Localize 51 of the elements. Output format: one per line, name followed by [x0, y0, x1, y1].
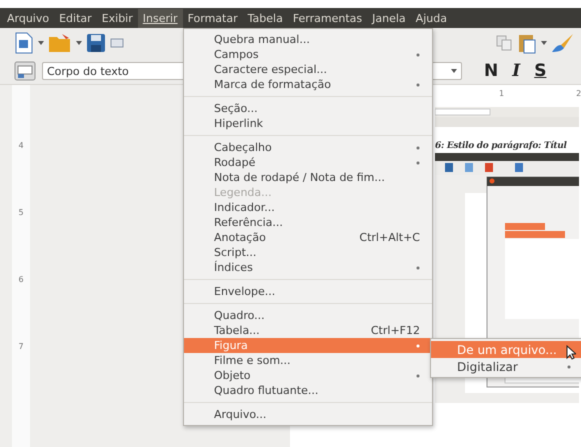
dropdown-arrow-icon[interactable] [451, 69, 457, 73]
menu-item[interactable]: Quadro flutuante... [184, 383, 432, 398]
dropdown-arrow-icon[interactable] [38, 41, 44, 45]
menu-item[interactable]: Script... [184, 245, 432, 260]
menu-item[interactable]: Cabeçalho [184, 140, 432, 155]
underline-button[interactable]: S [530, 61, 550, 81]
mail-icon[interactable] [110, 37, 124, 49]
italic-button[interactable]: I [508, 61, 524, 81]
brush-icon[interactable] [551, 33, 575, 53]
menu-title[interactable]: Exibir [96, 8, 138, 28]
figure-caption: 6: Estilo do parágrafo: Títul [435, 141, 567, 151]
menu-title[interactable]: Inserir [138, 8, 183, 28]
menu-item[interactable]: Marca de formatação [184, 77, 432, 92]
new-document-icon[interactable] [14, 32, 34, 54]
menu-item[interactable]: Digitalizar [431, 358, 581, 375]
menu-title[interactable]: Ferramentas [288, 8, 368, 28]
bold-button[interactable]: N [480, 61, 502, 81]
menu-item[interactable]: Índices [184, 260, 432, 275]
menu-title[interactable]: Editar [54, 8, 97, 28]
menu-item[interactable]: Caractere especial... [184, 62, 432, 77]
ruler-number: 7 [18, 342, 24, 351]
dropdown-arrow-icon[interactable] [76, 41, 82, 45]
save-icon[interactable] [86, 33, 106, 53]
ruler-number: 5 [18, 208, 24, 217]
menu-item[interactable]: Rodapé [184, 155, 432, 170]
menu-item[interactable]: Hiperlink [184, 116, 432, 131]
menu-item[interactable]: Envelope... [184, 284, 432, 299]
ruler-number: 6 [18, 275, 24, 284]
menu-item[interactable]: Objeto [184, 368, 432, 383]
menu-item[interactable]: Anotação Ctrl+Alt+C [184, 230, 432, 245]
menu-title[interactable]: Formatar [182, 8, 243, 28]
menu-title[interactable]: Tabela [242, 8, 288, 28]
menu-title[interactable]: Arquivo [2, 8, 54, 28]
menu-item[interactable]: Arquivo... [184, 407, 432, 422]
menu-item[interactable]: Referência... [184, 215, 432, 230]
menu-item[interactable]: Campos [184, 47, 432, 62]
menu-title[interactable]: Ajuda [410, 8, 452, 28]
styles-icon[interactable] [14, 61, 36, 81]
menu-item[interactable]: Filme e som... [184, 353, 432, 368]
menu-item[interactable]: Seção... [184, 101, 432, 116]
mouse-pointer-icon [566, 345, 576, 360]
menu-item[interactable]: Tabela... Ctrl+F12 [184, 323, 432, 338]
ruler-number: 4 [18, 141, 24, 150]
menu-item[interactable]: Quadro... [184, 308, 432, 323]
paste-icon[interactable] [517, 32, 537, 54]
menu-item[interactable]: Nota de rodapé / Nota de fim... [184, 170, 432, 185]
dropdown-arrow-icon[interactable] [541, 41, 547, 45]
ruler-number: 1 [499, 89, 504, 100]
menu-title[interactable]: Janela [367, 8, 411, 28]
ruler-number: 2 [576, 89, 581, 100]
menu-item[interactable]: Indicador... [184, 200, 432, 215]
